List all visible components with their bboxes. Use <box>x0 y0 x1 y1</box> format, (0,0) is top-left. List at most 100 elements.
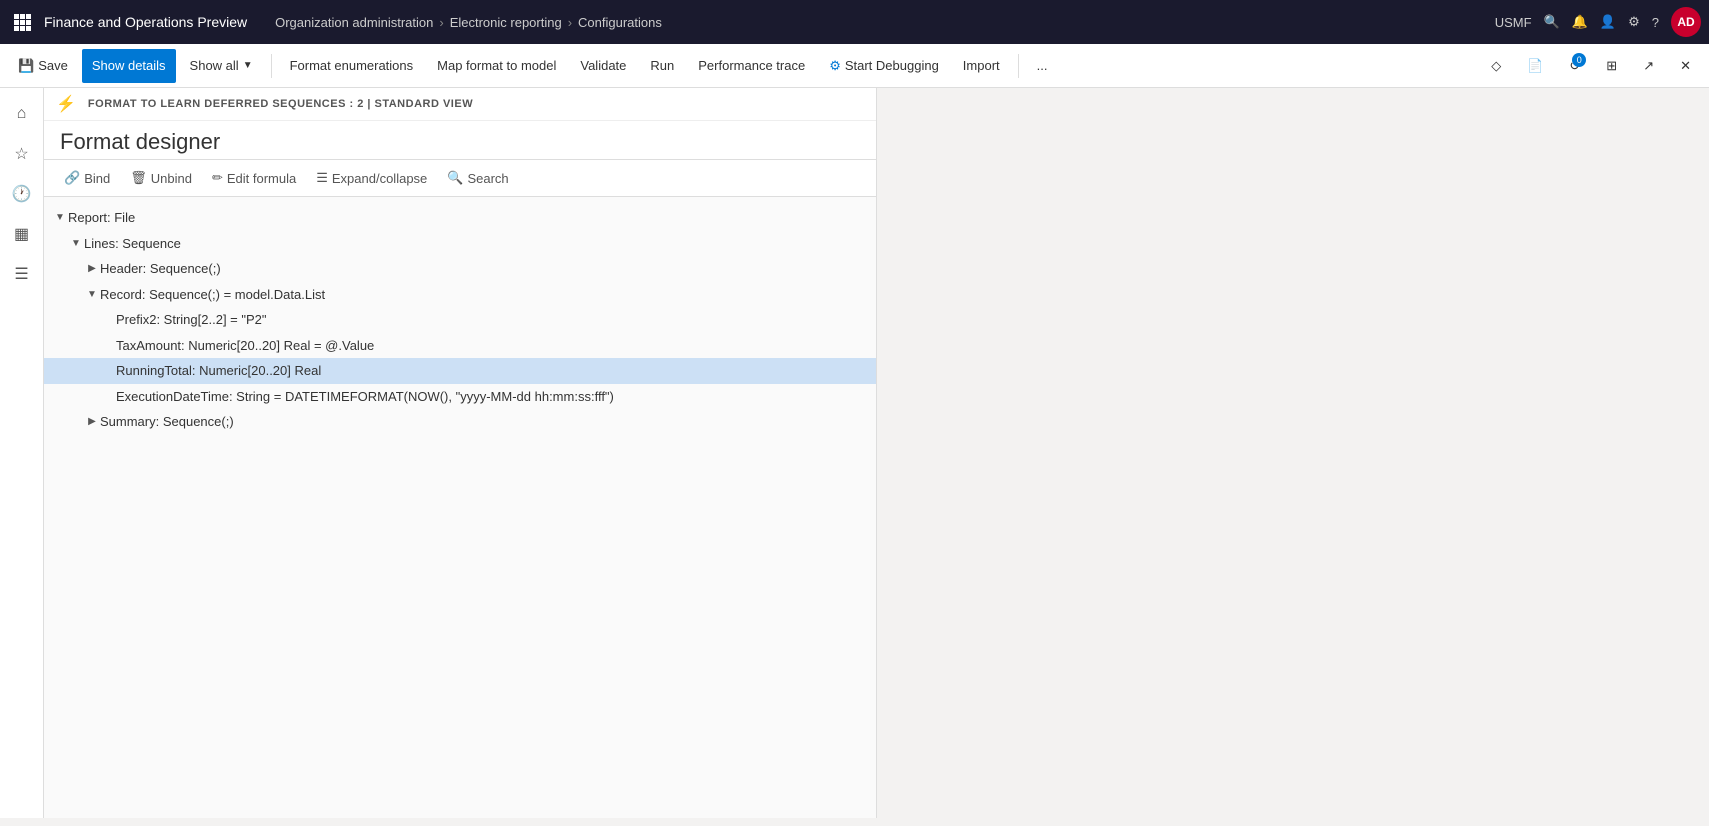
tree-container: ▼Report: File▼Lines: Sequence▶Header: Se… <box>44 197 876 818</box>
main-content: ⌂ ☆ 🕐 ▦ ☰ ⚡ FORMAT TO LEARN DEFERRED SEQ… <box>0 88 1709 818</box>
breadcrumb-sep-1: › <box>439 15 443 30</box>
tree-item-taxamount[interactable]: TaxAmount: Numeric[20..20] Real = @.Valu… <box>44 333 876 359</box>
run-label: Run <box>650 58 674 73</box>
unbind-label: Unbind <box>151 171 192 186</box>
validate-button[interactable]: Validate <box>570 49 636 83</box>
tree-label-runningtotal: RunningTotal: Numeric[20..20] Real <box>116 361 321 381</box>
nav-list-icon[interactable]: ☰ <box>4 256 40 292</box>
designer-panel: ⚡ FORMAT TO LEARN DEFERRED SEQUENCES : 2… <box>44 88 877 818</box>
main-toolbar: 💾 Save Show details Show all ▼ Format en… <box>0 44 1709 88</box>
open-new-btn[interactable]: ↗ <box>1633 49 1664 83</box>
toolbar-sep-2 <box>1018 54 1019 78</box>
person-icon[interactable]: 👤 <box>1600 14 1616 30</box>
breadcrumb-sep-2: › <box>568 15 572 30</box>
filter-icon[interactable]: ⚡ <box>56 94 76 114</box>
show-details-button[interactable]: Show details <box>82 49 176 83</box>
run-button[interactable]: Run <box>640 49 684 83</box>
validate-label: Validate <box>580 58 626 73</box>
tree-toggle-executiondatetime <box>100 388 116 404</box>
search-button[interactable]: 🔍 Search <box>439 166 516 190</box>
tree-label-header: Header: Sequence(;) <box>100 259 221 279</box>
save-icon: 💾 <box>18 58 34 74</box>
bind-button[interactable]: 🔗 Bind <box>56 166 118 190</box>
toolbar-sep-1 <box>271 54 272 78</box>
tree-item-runningtotal[interactable]: RunningTotal: Numeric[20..20] Real <box>44 358 876 384</box>
help-icon[interactable]: ? <box>1652 15 1659 30</box>
filter-row: ⚡ FORMAT TO LEARN DEFERRED SEQUENCES : 2… <box>44 88 876 121</box>
search-icon[interactable]: 🔍 <box>1544 14 1560 30</box>
gear-icon[interactable]: ⚙ <box>1628 14 1640 30</box>
diamond-icon-btn[interactable]: ◇ <box>1481 49 1511 83</box>
tree-toggle-report[interactable]: ▼ <box>52 210 68 226</box>
tree-item-executiondatetime[interactable]: ExecutionDateTime: String = DATETIMEFORM… <box>44 384 876 410</box>
tree-label-lines: Lines: Sequence <box>84 234 181 254</box>
app-title: Finance and Operations Preview <box>44 14 267 30</box>
page-icon-btn[interactable]: 📄 <box>1517 49 1553 83</box>
unbind-button[interactable]: 🗑 Unbind <box>122 166 200 190</box>
close-btn[interactable]: ✕ <box>1670 49 1701 83</box>
tree-toggle-header[interactable]: ▶ <box>84 261 100 277</box>
tree-toggle-prefix2 <box>100 312 116 328</box>
top-bar: Finance and Operations Preview Organizat… <box>0 0 1709 44</box>
tree-item-prefix2[interactable]: Prefix2: String[2..2] = "P2" <box>44 307 876 333</box>
tree-label-prefix2: Prefix2: String[2..2] = "P2" <box>116 310 267 330</box>
tree-label-summary: Summary: Sequence(;) <box>100 412 234 432</box>
breadcrumb-org[interactable]: Organization administration <box>275 15 433 30</box>
show-all-label: Show all <box>190 58 239 73</box>
tree-label-taxamount: TaxAmount: Numeric[20..20] Real = @.Valu… <box>116 336 374 356</box>
bell-icon[interactable]: 🔔 <box>1572 14 1588 30</box>
tree-item-lines[interactable]: ▼Lines: Sequence <box>44 231 876 257</box>
edit-formula-label: Edit formula <box>227 171 296 186</box>
start-debugging-button[interactable]: ⚙ Start Debugging <box>819 49 949 83</box>
map-format-button[interactable]: Map format to model <box>427 49 566 83</box>
more-button[interactable]: ... <box>1027 49 1058 83</box>
bind-icon: 🔗 <box>64 170 80 186</box>
refresh-badge-btn[interactable]: 0 ↺ <box>1559 49 1590 83</box>
nav-clock-icon[interactable]: 🕐 <box>4 176 40 212</box>
tree-item-header[interactable]: ▶Header: Sequence(;) <box>44 256 876 282</box>
tree-label-record: Record: Sequence(;) = model.Data.List <box>100 285 325 305</box>
tree-item-record[interactable]: ▼Record: Sequence(;) = model.Data.List <box>44 282 876 308</box>
designer-title: Format designer <box>60 129 860 155</box>
tree-toggle-record[interactable]: ▼ <box>84 286 100 302</box>
nav-calendar-icon[interactable]: ▦ <box>4 216 40 252</box>
side-icons: ⌂ ☆ 🕐 ▦ ☰ <box>0 88 44 818</box>
map-format-label: Map format to model <box>437 58 556 73</box>
tree-toggle-taxamount <box>100 337 116 353</box>
search-label: Search <box>467 171 508 186</box>
env-label: USMF <box>1495 15 1532 30</box>
tree-toggle-runningtotal <box>100 363 116 379</box>
expand-collapse-label: Expand/collapse <box>332 171 427 186</box>
top-bar-right: USMF 🔍 🔔 👤 ⚙ ? AD <box>1495 7 1701 37</box>
tree-item-report[interactable]: ▼Report: File <box>44 205 876 231</box>
performance-trace-button[interactable]: Performance trace <box>688 49 815 83</box>
format-enumerations-label: Format enumerations <box>290 58 414 73</box>
search-small-icon: 🔍 <box>447 170 463 186</box>
nav-home-icon[interactable]: ⌂ <box>4 96 40 132</box>
import-button[interactable]: Import <box>953 49 1010 83</box>
expand-collapse-button[interactable]: ☰ Expand/collapse <box>308 166 435 190</box>
format-enumerations-button[interactable]: Format enumerations <box>280 49 424 83</box>
performance-trace-label: Performance trace <box>698 58 805 73</box>
edit-formula-button[interactable]: ✏ Edit formula <box>204 166 304 190</box>
maximize-btn[interactable]: ⊞ <box>1596 49 1627 83</box>
tree-toggle-summary[interactable]: ▶ <box>84 414 100 430</box>
right-area: 📄 SampleReport.txt - Notepad — □ ✕ File … <box>877 88 1709 818</box>
avatar[interactable]: AD <box>1671 7 1701 37</box>
show-all-button[interactable]: Show all ▼ <box>180 49 263 83</box>
breadcrumb-config[interactable]: Configurations <box>578 15 662 30</box>
expand-icon: ☰ <box>316 170 328 186</box>
save-button[interactable]: 💾 Save <box>8 49 78 83</box>
tree-toggle-lines[interactable]: ▼ <box>68 235 84 251</box>
unbind-icon: 🗑 <box>130 170 147 186</box>
breadcrumb-text: FORMAT TO LEARN DEFERRED SEQUENCES : 2 |… <box>88 98 473 110</box>
breadcrumb-er[interactable]: Electronic reporting <box>450 15 562 30</box>
tree-item-summary[interactable]: ▶Summary: Sequence(;) <box>44 409 876 435</box>
breadcrumb: Organization administration › Electronic… <box>275 15 1487 30</box>
nav-star-icon[interactable]: ☆ <box>4 136 40 172</box>
tree-label-executiondatetime: ExecutionDateTime: String = DATETIMEFORM… <box>116 387 614 407</box>
show-all-dropdown-icon: ▼ <box>243 60 253 71</box>
designer-toolbar: 🔗 Bind 🗑 Unbind ✏ Edit formula ☰ Expand/… <box>44 160 876 197</box>
debug-icon: ⚙ <box>829 58 841 74</box>
grid-menu-icon[interactable] <box>8 8 36 36</box>
